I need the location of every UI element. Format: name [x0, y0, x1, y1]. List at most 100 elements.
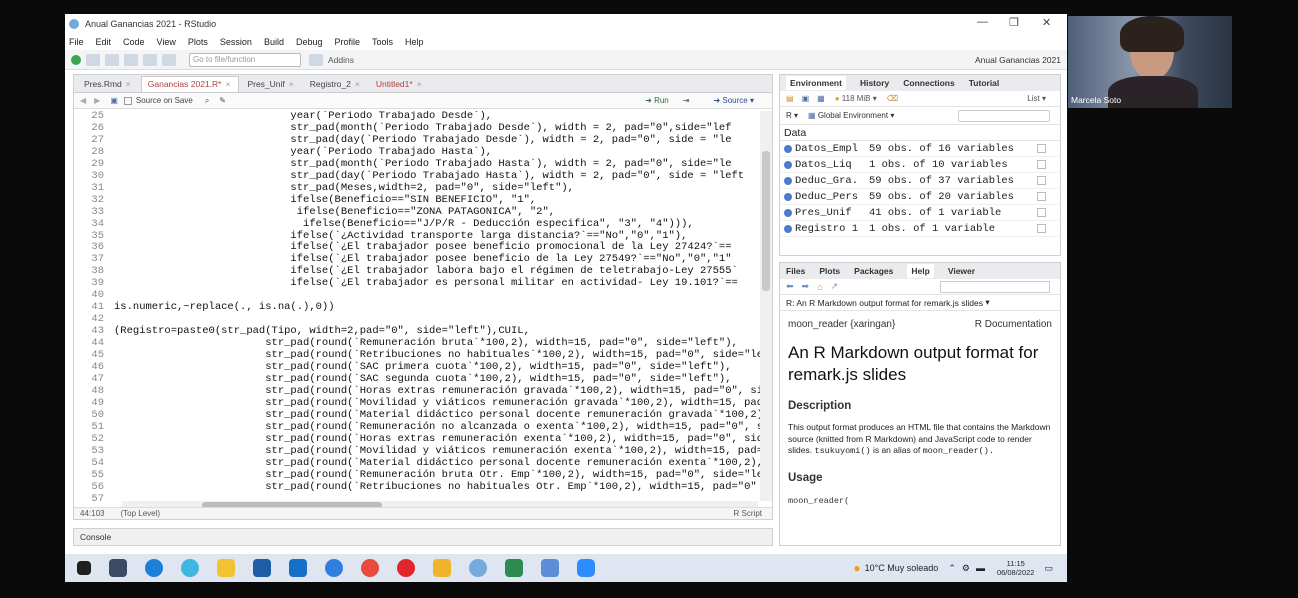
expand-icon[interactable]: [784, 192, 792, 201]
photos-icon[interactable]: [181, 559, 199, 577]
grid-layout-icon[interactable]: [309, 53, 323, 66]
broom-icon[interactable]: ⌫: [887, 94, 898, 103]
chrome-icon[interactable]: [361, 559, 379, 577]
search-icon[interactable]: ⌕: [205, 96, 209, 106]
app2-icon[interactable]: [541, 559, 559, 577]
expand-icon[interactable]: [784, 208, 792, 217]
mail-icon[interactable]: [289, 559, 307, 577]
env-row[interactable]: Registro 1 1 obs. of 1 variable: [780, 221, 1060, 237]
edge-icon[interactable]: [145, 559, 163, 577]
save-icon[interactable]: [124, 53, 138, 66]
editor-vertical-scrollbar[interactable]: [760, 111, 772, 501]
volume-icon[interactable]: ▬: [976, 563, 985, 573]
popout-icon[interactable]: ↗: [831, 281, 839, 292]
tab-tutorial[interactable]: Tutorial: [969, 78, 1000, 88]
file-explorer-icon[interactable]: [217, 559, 235, 577]
tab-viewer[interactable]: Viewer: [948, 266, 975, 276]
menu-plots[interactable]: Plots: [188, 37, 208, 47]
tab-plots[interactable]: Plots: [819, 266, 840, 276]
r-language-selector[interactable]: R ▾: [786, 111, 798, 120]
source-button[interactable]: ➜ Source ▾: [713, 96, 754, 105]
env-row[interactable]: Deduc_Gra. 59 obs. of 37 variables: [780, 173, 1060, 189]
menu-file[interactable]: File: [69, 37, 84, 47]
new-project-icon[interactable]: [86, 53, 100, 66]
back-icon[interactable]: ◀: [80, 96, 86, 105]
rerun-icon[interactable]: ⇥: [683, 96, 690, 105]
help-back-icon[interactable]: ⬅: [786, 281, 794, 292]
menu-help[interactable]: Help: [405, 37, 424, 47]
close-tab-icon[interactable]: ×: [126, 79, 131, 89]
scope-selector[interactable]: (Top Level): [120, 509, 160, 518]
save-workspace-icon[interactable]: ▣: [802, 94, 810, 103]
tab-packages[interactable]: Packages: [854, 266, 893, 276]
notes-icon[interactable]: [433, 559, 451, 577]
wand-icon[interactable]: ✎: [219, 96, 226, 105]
code-area[interactable]: 25 26 27 28 29 30 31 32 33 34 35 36 37 38 39 40 41 42 43 44…: [74, 111, 760, 501]
view-grid-icon[interactable]: [1037, 208, 1046, 217]
alias-target-link[interactable]: moon_reader().: [923, 446, 994, 456]
store-icon[interactable]: [253, 559, 271, 577]
expand-icon[interactable]: [784, 176, 792, 185]
minimize-icon[interactable]: —: [977, 16, 988, 28]
tab-connections[interactable]: Connections: [903, 78, 954, 88]
scroll-thumb[interactable]: [762, 151, 770, 291]
save-file-icon[interactable]: ▣: [110, 96, 118, 105]
run-button[interactable]: ➜ Run: [645, 96, 669, 105]
close-icon[interactable]: ✕: [1042, 16, 1051, 29]
menu-debug[interactable]: Debug: [296, 37, 323, 47]
tab-files[interactable]: Files: [786, 266, 805, 276]
zoom-icon[interactable]: [577, 559, 595, 577]
save-all-icon[interactable]: [143, 53, 157, 66]
menu-build[interactable]: Build: [264, 37, 284, 47]
tab-registro-2[interactable]: Registro_2 ×: [304, 77, 368, 92]
console-pane-header[interactable]: Console: [73, 528, 773, 546]
menu-profile[interactable]: Profile: [335, 37, 361, 47]
expand-icon[interactable]: [784, 224, 792, 233]
menu-session[interactable]: Session: [220, 37, 252, 47]
close-tab-icon[interactable]: ×: [355, 79, 360, 89]
list-view-selector[interactable]: List ▾: [1027, 94, 1046, 103]
app-icon[interactable]: [325, 559, 343, 577]
load-workspace-icon[interactable]: ▤: [786, 94, 794, 103]
menu-view[interactable]: View: [157, 37, 176, 47]
rstudio-taskbar-icon[interactable]: [469, 559, 487, 577]
goto-file-input[interactable]: Go to file/function: [189, 52, 301, 67]
addins-menu[interactable]: Addins: [328, 55, 354, 65]
clock[interactable]: 11:15 06/08/2022: [997, 559, 1035, 577]
home-icon[interactable]: ⌂: [817, 282, 822, 292]
view-grid-icon[interactable]: [1037, 144, 1046, 153]
tab-pres-rmd[interactable]: Pres.Rmd ×: [78, 77, 139, 92]
view-grid-icon[interactable]: [1037, 192, 1046, 201]
file-type-selector[interactable]: R Script: [734, 509, 762, 518]
view-grid-icon[interactable]: [1037, 224, 1046, 233]
project-menu[interactable]: Anual Ganancias 2021: [975, 55, 1061, 65]
close-tab-icon[interactable]: ×: [225, 79, 230, 89]
weather-icon[interactable]: ●: [853, 561, 860, 575]
excel-icon[interactable]: [505, 559, 523, 577]
print-icon[interactable]: [162, 53, 176, 66]
forward-icon[interactable]: ▶: [94, 96, 100, 105]
notification-icon[interactable]: ▭: [1044, 563, 1053, 574]
expand-icon[interactable]: [784, 144, 792, 153]
tab-untitled1[interactable]: Untitled1* ×: [370, 77, 430, 92]
tab-pres-unif[interactable]: Pres_Unif ×: [241, 77, 301, 92]
menu-code[interactable]: Code: [123, 37, 145, 47]
network-icon[interactable]: ⚙: [962, 563, 970, 574]
global-env-selector[interactable]: ▦ Global Environment ▾: [808, 111, 894, 120]
opera-icon[interactable]: [397, 559, 415, 577]
close-tab-icon[interactable]: ×: [417, 79, 422, 89]
import-dataset-icon[interactable]: ▦: [817, 94, 825, 103]
env-row[interactable]: Pres_Unif 41 obs. of 1 variable: [780, 205, 1060, 221]
help-search-input[interactable]: [940, 280, 1050, 293]
menu-edit[interactable]: Edit: [96, 37, 112, 47]
weather-text[interactable]: 10°C Muy soleado: [865, 563, 939, 573]
maximize-icon[interactable]: ❐: [1009, 16, 1019, 29]
new-file-icon[interactable]: [71, 54, 81, 65]
env-row[interactable]: Datos_Liq 1 obs. of 10 variables: [780, 157, 1060, 173]
tab-help[interactable]: Help: [907, 264, 934, 278]
tray-chevron-icon[interactable]: ⌃: [948, 563, 956, 574]
env-search-input[interactable]: [958, 109, 1050, 122]
view-grid-icon[interactable]: [1037, 176, 1046, 185]
menu-tools[interactable]: Tools: [372, 37, 393, 47]
help-forward-icon[interactable]: ➡: [802, 281, 810, 292]
